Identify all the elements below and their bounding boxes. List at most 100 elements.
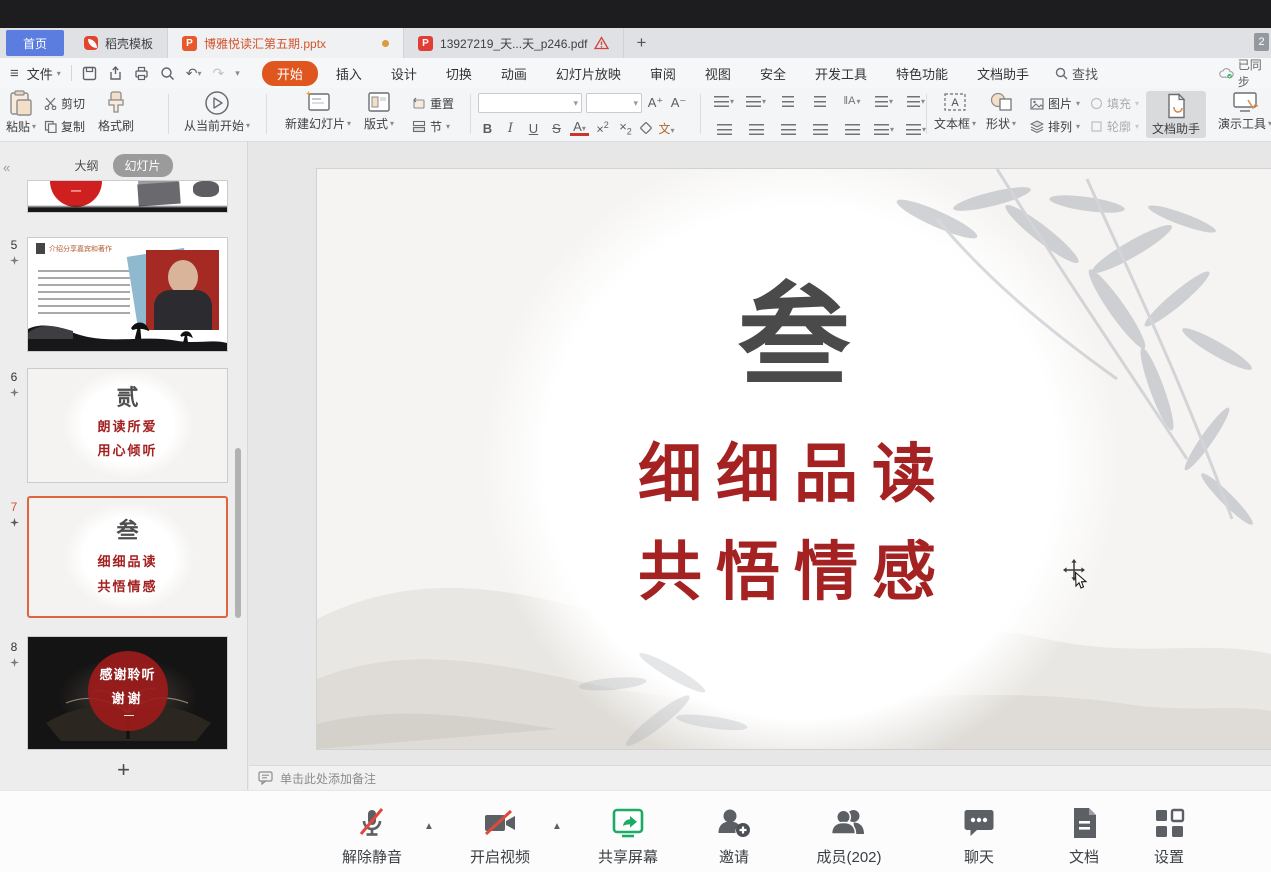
shape-outline-button[interactable]: 轮廓▾ <box>1090 118 1139 135</box>
paste-button[interactable]: 粘贴▾ <box>6 90 36 135</box>
textbox-icon: A <box>943 90 967 114</box>
distribute-icon[interactable] <box>838 118 866 140</box>
strikethrough-button[interactable]: S <box>547 121 566 136</box>
bold-button[interactable]: B <box>478 121 497 136</box>
video-options-arrow[interactable]: ▲ <box>552 821 562 832</box>
document-button[interactable]: 文档 <box>1067 805 1101 867</box>
sync-status[interactable]: 已同步 <box>1219 58 1271 88</box>
tab-devtools[interactable]: 开发工具 <box>815 64 867 83</box>
tab-slides[interactable]: 幻灯片 <box>113 154 173 177</box>
clear-format-icon[interactable] <box>639 121 653 135</box>
save-icon[interactable] <box>82 66 97 81</box>
bullet-list-icon[interactable]: ▾ <box>710 90 738 112</box>
reset-button[interactable]: 重置 <box>412 95 454 112</box>
tab-review[interactable]: 审阅 <box>650 64 676 83</box>
members-button[interactable]: 成员(202) <box>816 805 881 867</box>
unmute-button[interactable]: 解除静音 <box>342 805 402 867</box>
add-slide-button[interactable]: + <box>0 757 247 783</box>
slide-title-line2[interactable]: 共悟情感 <box>317 541 1271 605</box>
slide-thumbnail-6[interactable]: 贰 朗读所爱 用心倾听 <box>27 368 228 483</box>
subscript-button[interactable]: ×2 <box>616 119 635 137</box>
play-from-current-button[interactable]: 从当前开始▾ <box>178 90 256 134</box>
pdf-doc-tab[interactable]: P 13927219_天...天_p246.pdf <box>404 28 624 58</box>
export-icon[interactable] <box>108 66 123 81</box>
presentation-doc-tab-label: 博雅悦读汇第五期.pptx <box>204 35 326 52</box>
cut-button[interactable]: 剪切 <box>44 95 85 112</box>
picture-button[interactable]: 图片▾ <box>1030 95 1080 112</box>
start-video-button[interactable]: 开启视频 <box>470 805 530 867</box>
tab-view[interactable]: 视图 <box>705 64 731 83</box>
tab-transition[interactable]: 切换 <box>446 64 472 83</box>
chat-button[interactable]: 聊天 <box>961 805 997 867</box>
picture-icon <box>1030 98 1044 110</box>
slide-thumbnail-8[interactable]: 感谢聆听 谢谢 <box>27 636 228 750</box>
slide-title-line1[interactable]: 细细品读 <box>317 443 1271 507</box>
current-slide[interactable]: 叁 细细品读 共悟情感 <box>316 168 1271 750</box>
tab-security[interactable]: 安全 <box>760 64 786 83</box>
hamburger-icon[interactable]: ≡ <box>10 65 19 82</box>
text-direction-icon[interactable]: ▾ <box>870 90 898 112</box>
increase-font-button[interactable]: A⁺ <box>646 95 665 111</box>
superscript-button[interactable]: ×2 <box>593 120 612 136</box>
slide4-books <box>137 182 180 207</box>
textbox-button[interactable]: A 文本框▾ <box>934 90 976 132</box>
docer-template-tab[interactable]: 稻壳模板 <box>70 28 168 58</box>
slide-thumbnail-5[interactable]: 介绍分享嘉宾和著作 <box>27 237 228 352</box>
new-slide-button[interactable]: 新建幻灯片▾ <box>276 90 360 132</box>
columns-icon[interactable]: ‖A▾ <box>838 90 866 112</box>
notes-bar[interactable]: 单击此处添加备注 <box>249 765 1271 790</box>
tab-animation[interactable]: 动画 <box>501 64 527 83</box>
underline-button[interactable]: U <box>524 121 543 136</box>
justify-icon[interactable] <box>806 118 834 140</box>
slide-thumbnail-7-selected[interactable]: 叁 细细品读 共悟情感 <box>27 496 228 618</box>
font-size-select[interactable]: ▾ <box>586 93 642 113</box>
increase-indent-icon[interactable] <box>806 90 834 112</box>
slide5-animation-icon <box>6 256 22 265</box>
shapes-button[interactable]: 形状▾ <box>986 90 1016 132</box>
tab-slideshow[interactable]: 幻灯片放映 <box>556 64 621 83</box>
font-color-button[interactable]: A▾ <box>570 120 589 136</box>
presentation-tools-button[interactable]: 演示工具▾ <box>1218 90 1271 132</box>
mic-options-arrow[interactable]: ▲ <box>424 821 434 832</box>
fill-button[interactable]: 填充▾ <box>1090 95 1139 112</box>
print-icon[interactable] <box>134 66 149 81</box>
format-painter-button[interactable]: 格式刷 <box>98 90 134 134</box>
layout-button[interactable]: 版式▾ <box>364 90 394 132</box>
presentation-doc-tab[interactable]: P 博雅悦读汇第五期.pptx <box>168 28 404 58</box>
undo-button[interactable]: ↶▾ <box>186 65 202 82</box>
settings-button[interactable]: 设置 <box>1151 805 1187 867</box>
copy-button[interactable]: 复制 <box>44 118 85 135</box>
sidebar-scrollbar[interactable] <box>235 448 241 618</box>
share-screen-button[interactable]: 共享屏幕 <box>598 805 658 867</box>
tab-special-features[interactable]: 特色功能 <box>896 64 948 83</box>
numbered-list-icon[interactable]: ▾ <box>742 90 770 112</box>
menubar-find[interactable]: 查找 <box>1055 64 1098 83</box>
decrease-font-button[interactable]: A⁻ <box>669 95 688 111</box>
file-menu[interactable]: 文件▾ <box>27 64 61 83</box>
align-left-icon[interactable] <box>710 118 738 140</box>
print-preview-icon[interactable] <box>160 66 175 81</box>
redo-button[interactable]: ↷ <box>213 65 225 82</box>
tab-doc-assistant[interactable]: 文档助手 <box>977 64 1029 83</box>
line-spacing-icon[interactable]: ▾ <box>870 118 898 140</box>
tab-start[interactable]: 开始 <box>262 61 318 86</box>
section-button[interactable]: 节▾ <box>412 118 454 135</box>
new-tab-button[interactable]: + <box>624 28 658 58</box>
home-tab[interactable]: 首页 <box>6 30 64 56</box>
font-name-select[interactable]: ▾ <box>478 93 582 113</box>
tab-design[interactable]: 设计 <box>391 64 417 83</box>
tab-count-badge[interactable]: 2 <box>1254 33 1269 51</box>
quickbar-more-icon[interactable]: ▾ <box>235 68 240 79</box>
arrange-button[interactable]: 排列▾ <box>1030 118 1080 135</box>
italic-button[interactable]: I <box>501 121 520 136</box>
slide-section-number[interactable]: 叁 <box>317 281 1271 393</box>
slide-thumbnail-4[interactable]: 一 <box>27 180 228 213</box>
invite-button[interactable]: 邀请 <box>715 805 753 867</box>
doc-assistant-button[interactable]: 文档助手 <box>1146 91 1206 138</box>
tab-insert[interactable]: 插入 <box>336 64 362 83</box>
tab-outline[interactable]: 大纲 <box>74 157 98 174</box>
text-tool-button[interactable]: 文▾ <box>657 120 676 137</box>
align-center-icon[interactable] <box>742 118 770 140</box>
decrease-indent-icon[interactable] <box>774 90 802 112</box>
align-right-icon[interactable] <box>774 118 802 140</box>
